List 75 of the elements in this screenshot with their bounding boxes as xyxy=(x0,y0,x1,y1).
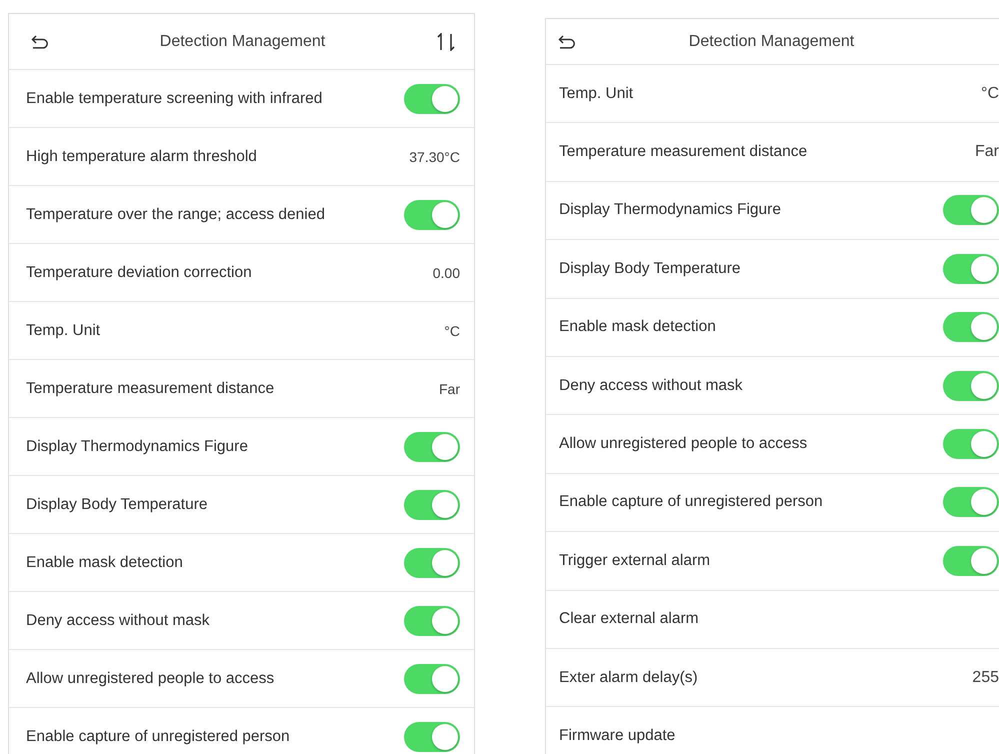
setting-value: 37.30°C xyxy=(409,148,460,164)
setting-label: Enable mask detection xyxy=(559,318,717,336)
settings-row[interactable]: Display Thermodynamics Figure xyxy=(546,182,999,240)
setting-label: Display Body Temperature xyxy=(26,496,208,514)
setting-label: Temperature deviation correction xyxy=(26,264,253,282)
settings-row[interactable]: Allow unregistered people to access xyxy=(546,415,999,474)
setting-value: Far xyxy=(975,143,999,162)
toggle-switch[interactable] xyxy=(943,429,999,460)
toggle-switch[interactable] xyxy=(943,312,999,342)
settings-row[interactable]: Trigger external alarm xyxy=(546,532,999,591)
toggle-switch[interactable] xyxy=(943,487,999,518)
settings-row[interactable]: Firmware update xyxy=(546,707,999,754)
toggle-switch[interactable] xyxy=(943,195,999,226)
sort-icon[interactable] xyxy=(436,32,456,50)
setting-label: Firmware update xyxy=(559,726,676,745)
toggle-switch[interactable] xyxy=(404,722,460,752)
setting-label: Enable capture of unregistered person xyxy=(559,493,824,512)
toggle-switch[interactable] xyxy=(404,84,460,114)
settings-row[interactable]: Temp. Unit °C xyxy=(9,302,474,360)
screen-title: Detection Management xyxy=(158,32,326,50)
setting-label: Allow unregistered people to access xyxy=(26,670,276,688)
screen-title: Detection Management xyxy=(688,32,856,50)
setting-label: Trigger external alarm xyxy=(559,552,712,570)
toggle-switch[interactable] xyxy=(404,490,460,520)
back-icon[interactable] xyxy=(31,34,49,48)
setting-label: Enable capture of unregistered person xyxy=(26,728,291,746)
settings-row[interactable]: Temperature measurement distance Far xyxy=(9,360,474,418)
settings-row[interactable]: Exter alarm delay(s) 255 xyxy=(546,648,999,708)
settings-row[interactable]: Display Thermodynamics Figure xyxy=(9,418,474,476)
settings-row[interactable]: Allow unregistered people to access xyxy=(9,650,474,708)
setting-label: Display Thermodynamics Figure xyxy=(559,201,782,220)
setting-label: Temperature measurement distance xyxy=(26,380,276,398)
toggle-switch[interactable] xyxy=(943,254,999,284)
toggle-switch[interactable] xyxy=(404,200,460,230)
settings-row[interactable]: Display Body Temperature xyxy=(546,240,999,299)
setting-label: Enable temperature screening with infrared xyxy=(26,90,324,108)
setting-label: Enable mask detection xyxy=(26,554,184,572)
setting-value: 0.00 xyxy=(432,264,460,280)
setting-label: Allow unregistered people to access xyxy=(559,435,808,454)
setting-label: Temperature measurement distance xyxy=(559,143,808,162)
settings-row[interactable]: High temperature alarm threshold 37.30°C xyxy=(9,128,474,186)
back-icon[interactable] xyxy=(558,34,576,48)
settings-row[interactable]: Enable temperature screening with infrared xyxy=(9,70,474,128)
settings-row[interactable]: Temperature over the range; access denied xyxy=(9,186,474,244)
toggle-switch[interactable] xyxy=(943,546,999,576)
toggle-switch[interactable] xyxy=(404,432,460,462)
setting-value: 255 xyxy=(972,668,999,687)
setting-label: Temp. Unit xyxy=(559,84,634,103)
setting-label: Display Body Temperature xyxy=(559,260,742,278)
settings-row[interactable]: Clear external alarm xyxy=(546,590,999,649)
toggle-switch[interactable] xyxy=(404,606,460,636)
setting-value: °C xyxy=(981,84,999,103)
settings-row[interactable]: Temperature deviation correction 0.00 xyxy=(9,244,474,302)
toggle-switch[interactable] xyxy=(404,548,460,578)
setting-label: Temperature over the range; access denied xyxy=(26,206,326,224)
setting-label: Exter alarm delay(s) xyxy=(559,668,699,687)
setting-value: °C xyxy=(444,322,460,338)
settings-row[interactable]: Enable mask detection xyxy=(546,298,999,357)
setting-label: Deny access without mask xyxy=(559,376,744,395)
toggle-switch[interactable] xyxy=(943,370,999,401)
settings-row[interactable]: Display Body Temperature xyxy=(9,476,474,534)
setting-label: High temperature alarm threshold xyxy=(26,148,258,166)
settings-row[interactable]: Enable capture of unregistered person xyxy=(546,474,999,532)
settings-row[interactable]: Deny access without mask xyxy=(9,592,474,650)
setting-label: Clear external alarm xyxy=(559,610,700,628)
toggle-switch[interactable] xyxy=(404,664,460,694)
settings-row[interactable]: Enable mask detection xyxy=(9,534,474,592)
setting-label: Temp. Unit xyxy=(26,322,102,340)
setting-label: Deny access without mask xyxy=(26,612,210,630)
settings-row[interactable]: Temp. Unit °C xyxy=(546,65,999,124)
setting-label: Display Thermodynamics Figure xyxy=(26,438,249,456)
settings-row[interactable]: Deny access without mask xyxy=(546,356,999,416)
settings-row[interactable]: Temperature measurement distance Far xyxy=(546,123,999,182)
settings-row[interactable]: Enable capture of unregistered person xyxy=(9,708,474,754)
setting-value: Far xyxy=(439,380,460,396)
